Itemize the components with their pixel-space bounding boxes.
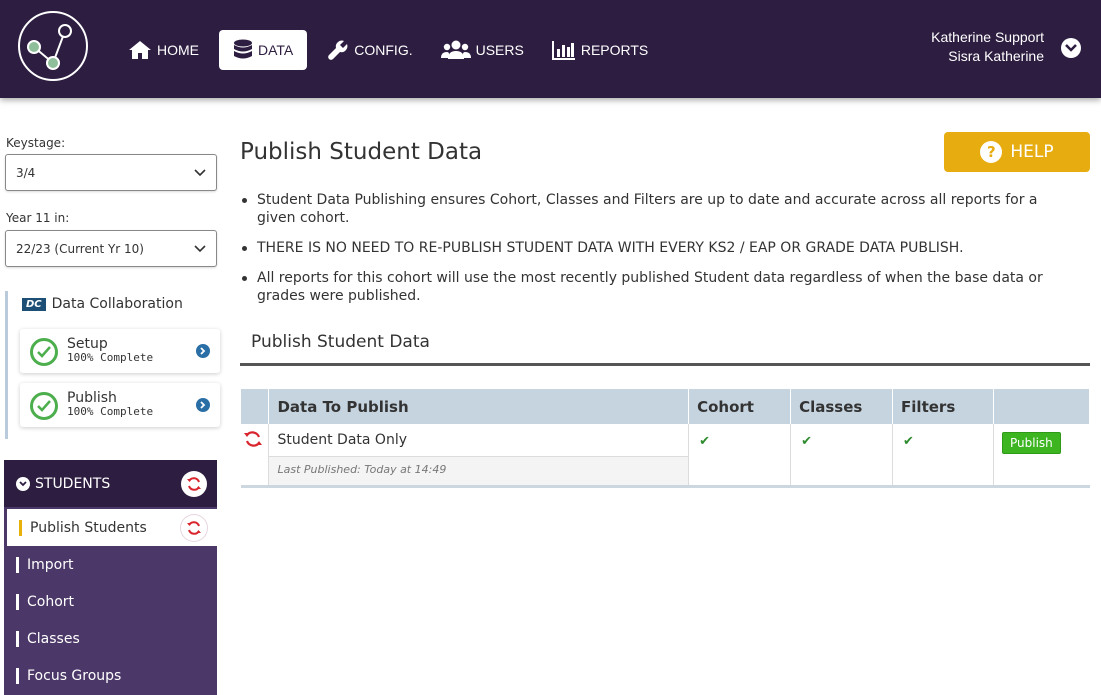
publish-button[interactable]: Publish bbox=[1002, 432, 1061, 454]
keystage-value: 3/4 bbox=[16, 165, 36, 180]
publish-step-name: Publish bbox=[67, 390, 117, 406]
row-data-name: Student Data Only bbox=[269, 424, 689, 457]
bar-chart-icon bbox=[551, 41, 575, 60]
user-name: Katherine Support bbox=[931, 29, 1044, 45]
setup-step-name: Setup bbox=[67, 336, 108, 352]
home-icon bbox=[129, 41, 151, 59]
nav-data-label: DATA bbox=[258, 42, 294, 58]
menu-import[interactable]: Import bbox=[4, 546, 217, 583]
main-nav: HOME DATA CONFIG. USERS REPORTS bbox=[120, 30, 668, 70]
setup-step-status: 100% Complete bbox=[67, 351, 154, 364]
keystage-label: Keystage: bbox=[6, 136, 66, 150]
dc-badge: DC bbox=[22, 297, 46, 311]
filters-check-icon: ✔ bbox=[903, 434, 914, 449]
nav-reports-label: REPORTS bbox=[580, 42, 649, 58]
wrench-icon bbox=[328, 40, 348, 60]
nav-users-label: USERS bbox=[475, 42, 524, 58]
data-collaboration-title: DC Data Collaboration bbox=[22, 296, 183, 312]
row-last-published: Last Published: Today at 14:49 bbox=[269, 457, 689, 485]
keystage-select[interactable]: 3/4 bbox=[5, 154, 217, 191]
classes-check-icon: ✔ bbox=[801, 434, 812, 449]
info-bullets: Student Data Publishing ensures Cohort, … bbox=[240, 191, 1080, 317]
menu-cohort[interactable]: Cohort bbox=[4, 583, 217, 620]
publish-table: Data To Publish Cohort Classes Filters S… bbox=[241, 389, 1090, 488]
column-header-data-to-publish: Data To Publish bbox=[268, 389, 690, 424]
publish-step-status: 100% Complete bbox=[67, 405, 154, 418]
column-header-cohort: Cohort bbox=[688, 389, 792, 424]
users-icon bbox=[440, 40, 471, 59]
menu-classes[interactable]: Classes bbox=[4, 620, 217, 657]
chevron-right-icon[interactable] bbox=[196, 398, 210, 412]
database-icon bbox=[234, 39, 252, 59]
section-title: Publish Student Data bbox=[240, 326, 1090, 366]
question-circle-icon: ? bbox=[980, 141, 1003, 163]
info-bullet: THERE IS NO NEED TO RE-PUBLISH STUDENT D… bbox=[240, 239, 1080, 257]
chevron-right-icon[interactable] bbox=[196, 344, 210, 358]
user-info: Katherine Support Sisra Katherine bbox=[931, 28, 1044, 66]
chevron-down-icon bbox=[16, 476, 30, 491]
info-bullet: Student Data Publishing ensures Cohort, … bbox=[240, 191, 1080, 227]
students-menu: Publish Students Import Cohort Classes F… bbox=[4, 507, 217, 695]
column-header-classes: Classes bbox=[790, 389, 894, 424]
menu-cohort-label: Cohort bbox=[27, 593, 75, 610]
page-title: Publish Student Data bbox=[240, 139, 483, 165]
column-header-filters: Filters bbox=[892, 389, 994, 424]
nav-config-label: CONFIG. bbox=[354, 42, 413, 58]
user-menu-toggle[interactable] bbox=[1061, 38, 1081, 58]
check-circle-icon bbox=[30, 338, 58, 366]
nav-config[interactable]: CONFIG. bbox=[319, 30, 420, 70]
students-header-label: STUDENTS bbox=[35, 475, 111, 492]
nav-home-label: HOME bbox=[157, 42, 199, 58]
refresh-icon[interactable] bbox=[243, 430, 263, 448]
year-select[interactable]: 22/23 (Current Yr 10) bbox=[5, 230, 217, 267]
data-collaboration-panel: DC Data Collaboration Setup 100% Complet… bbox=[5, 291, 220, 439]
menu-focus-groups[interactable]: Focus Groups bbox=[4, 657, 217, 694]
molecule-logo-icon bbox=[27, 24, 72, 70]
info-bullet: All reports for this cohort will use the… bbox=[240, 269, 1080, 305]
nav-users[interactable]: USERS bbox=[433, 30, 532, 70]
cohort-check-icon: ✔ bbox=[699, 434, 711, 449]
data-collaboration-label: Data Collaboration bbox=[51, 296, 183, 312]
menu-publish-students-label: Publish Students bbox=[30, 519, 147, 536]
nav-reports[interactable]: REPORTS bbox=[544, 30, 656, 70]
menu-publish-students[interactable]: Publish Students bbox=[7, 509, 217, 546]
chevron-down-icon bbox=[1065, 44, 1077, 52]
menu-classes-label: Classes bbox=[27, 630, 80, 647]
publish-step-card[interactable]: Publish 100% Complete bbox=[20, 383, 220, 427]
table-header-row: Data To Publish Cohort Classes Filters bbox=[241, 389, 1090, 424]
setup-step-card[interactable]: Setup 100% Complete bbox=[20, 329, 220, 373]
chevron-down-icon bbox=[194, 244, 206, 252]
nav-home[interactable]: HOME bbox=[120, 30, 207, 70]
students-section-header[interactable]: STUDENTS bbox=[4, 460, 217, 507]
chevron-down-icon bbox=[194, 168, 206, 176]
year-label: Year 11 in: bbox=[6, 211, 70, 225]
menu-import-label: Import bbox=[27, 556, 74, 573]
help-label: HELP bbox=[1010, 142, 1054, 162]
menu-focus-groups-label: Focus Groups bbox=[27, 667, 122, 684]
help-button[interactable]: ? HELP bbox=[944, 132, 1090, 172]
year-value: 22/23 (Current Yr 10) bbox=[16, 241, 144, 256]
table-row: Student Data Only Last Published: Today … bbox=[241, 424, 1090, 487]
user-organisation: Sisra Katherine bbox=[948, 48, 1044, 64]
refresh-icon[interactable] bbox=[181, 471, 207, 497]
nav-data[interactable]: DATA bbox=[219, 30, 308, 70]
check-circle-icon bbox=[30, 392, 58, 420]
refresh-icon[interactable] bbox=[181, 515, 207, 541]
app-logo[interactable] bbox=[18, 11, 88, 81]
top-navigation-bar: HOME DATA CONFIG. USERS REPORTS Katherin… bbox=[0, 0, 1101, 98]
